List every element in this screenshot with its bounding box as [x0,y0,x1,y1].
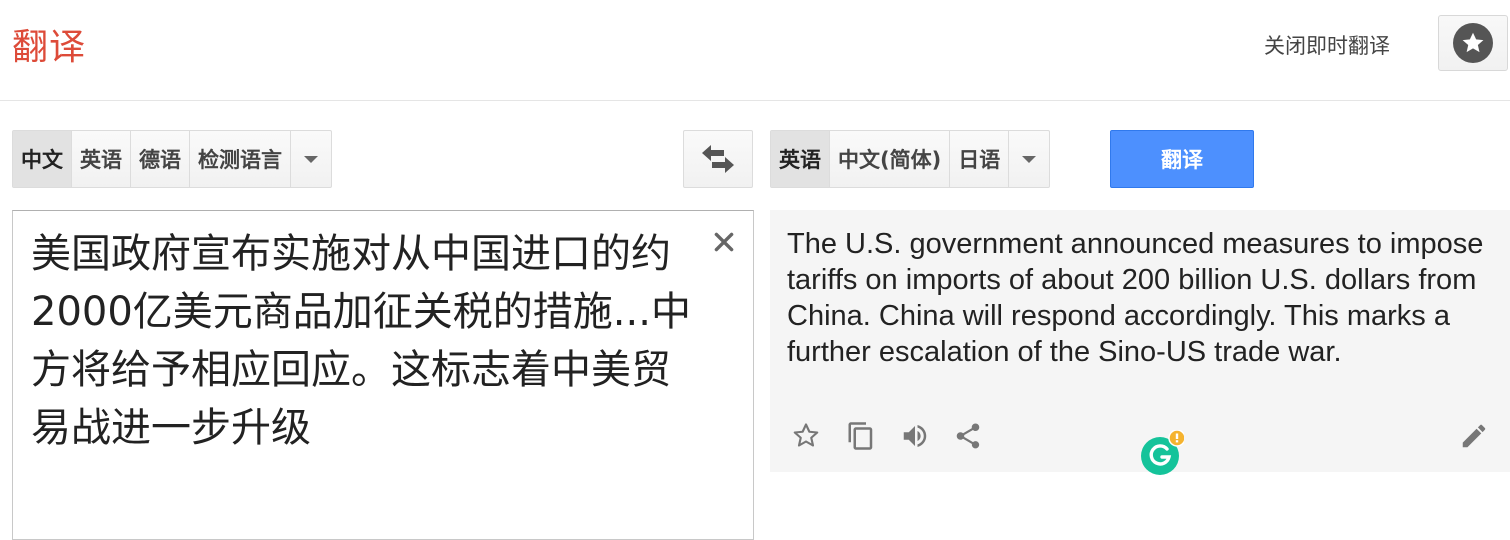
translate-button[interactable]: 翻译 [1110,130,1254,188]
close-icon[interactable] [711,229,737,255]
translation-result-panel: The U.S. government announced measures t… [770,210,1510,475]
translation-result-text: The U.S. government announced measures t… [787,228,1484,368]
source-lang-german[interactable]: 德语 [131,131,190,187]
source-lang-dropdown[interactable] [291,131,331,187]
target-lang-chinese-simplified[interactable]: 中文(简体) [830,131,951,187]
source-lang-detect[interactable]: 检测语言 [190,131,291,187]
copy-icon[interactable] [843,418,879,454]
target-language-bar: 英语 中文(简体) 日语 [770,130,1051,188]
target-lang-dropdown[interactable] [1009,131,1049,187]
swap-arrows-icon [702,145,734,173]
chevron-down-icon [1022,155,1037,163]
target-lang-english[interactable]: 英语 [771,131,830,187]
source-lang-english[interactable]: 英语 [72,131,131,187]
turn-off-instant-translation-link[interactable]: 关闭即时翻译 [1264,30,1390,60]
source-text-area[interactable]: 美国政府宣布实施对从中国进口的约2000亿美元商品加征关税的措施...中方将给予… [12,210,754,540]
source-language-bar: 中文 英语 德语 检测语言 [12,130,332,188]
star-icon [1453,23,1493,63]
speaker-icon[interactable] [897,418,933,454]
grammarly-icon[interactable] [1138,429,1186,476]
target-lang-japanese[interactable]: 日语 [950,131,1010,187]
page-title: 翻译 [12,27,87,68]
source-lang-chinese[interactable]: 中文 [13,131,72,187]
chevron-down-icon [304,155,318,163]
swap-languages-button[interactable] [683,130,753,188]
pencil-icon[interactable] [1456,418,1492,454]
saved-phrases-button[interactable] [1438,15,1508,71]
source-text[interactable]: 美国政府宣布实施对从中国进口的约2000亿美元商品加征关税的措施...中方将给予… [31,225,701,457]
star-outline-icon[interactable] [788,418,824,454]
header-divider [0,100,1510,101]
share-icon[interactable] [950,418,986,454]
